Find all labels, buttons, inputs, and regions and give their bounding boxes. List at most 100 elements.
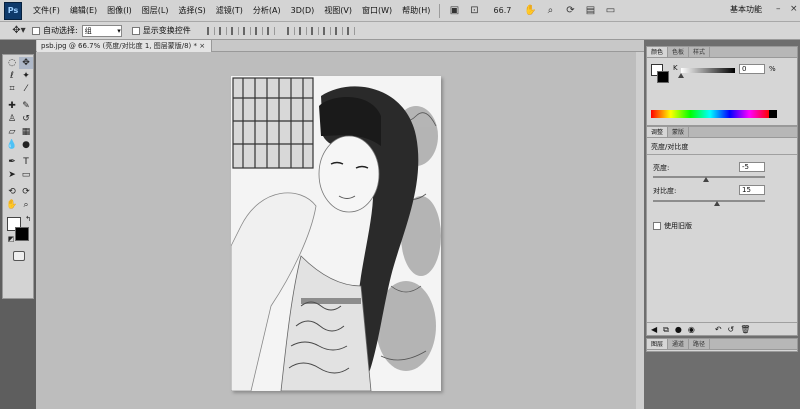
hand-tool-icon[interactable]: ✋ <box>522 4 538 18</box>
align-middle-icon[interactable] <box>218 26 227 35</box>
tab-channels[interactable]: 通道 <box>668 339 690 349</box>
background-color-swatch[interactable] <box>657 71 669 83</box>
dodge-tool-icon[interactable]: ● <box>19 139 33 151</box>
clone-stamp-icon[interactable]: ♙ <box>5 113 19 125</box>
view-extras-icon[interactable]: ⊡ <box>466 4 482 18</box>
distribute-top-icon[interactable] <box>286 26 295 35</box>
rotate-view-icon[interactable]: ⟳ <box>562 4 578 18</box>
menu-analysis[interactable]: 分析(A) <box>248 5 286 16</box>
color-panel-tabs: 颜色 色板 样式 <box>647 47 797 58</box>
view-previous-icon[interactable]: ↶ <box>715 325 722 334</box>
menu-image[interactable]: 图像(I) <box>102 5 137 16</box>
delete-icon[interactable]: 🗑 <box>740 325 750 334</box>
k-value-field[interactable]: 0 <box>739 64 765 74</box>
contrast-slider-thumb[interactable] <box>714 201 720 206</box>
3d-orbit-icon[interactable]: ⟳ <box>19 186 33 198</box>
default-colors-icon[interactable]: ◩ <box>4 233 18 245</box>
document-tab[interactable]: psb.jpg @ 66.7% (亮度/对比度 1, 图层蒙版/8) * × <box>37 40 213 52</box>
k-channel-slider[interactable] <box>681 68 735 73</box>
clip-to-layer-icon[interactable]: ● <box>675 325 682 334</box>
color-spectrum-bar[interactable] <box>651 110 769 118</box>
path-selection-icon[interactable]: ➤ <box>5 169 19 181</box>
brush-tool-icon[interactable]: ✎ <box>19 100 33 112</box>
close-icon[interactable]: × <box>199 42 205 50</box>
black-swatch[interactable] <box>769 110 777 118</box>
shape-tool-icon[interactable]: ▭ <box>19 169 33 181</box>
distribute-left-icon[interactable] <box>322 26 331 35</box>
healing-brush-icon[interactable]: ✚ <box>5 100 19 112</box>
arrange-documents-icon[interactable]: ▤ <box>582 4 598 18</box>
contrast-slider[interactable] <box>653 200 765 202</box>
brightness-field[interactable]: -5 <box>739 162 765 172</box>
distribute-right-icon[interactable] <box>346 26 355 35</box>
blur-tool-icon[interactable]: 💧 <box>5 139 19 151</box>
distribute-bottom-icon[interactable] <box>310 26 319 35</box>
k-slider-thumb[interactable] <box>678 73 684 78</box>
distribute-center-icon[interactable] <box>334 26 343 35</box>
contrast-field[interactable]: 15 <box>739 185 765 195</box>
return-icon[interactable]: ◀ <box>651 325 657 334</box>
tab-styles[interactable]: 样式 <box>689 47 711 57</box>
3d-rotate-icon[interactable]: ⟲ <box>5 186 19 198</box>
brightness-slider-thumb[interactable] <box>703 177 709 182</box>
align-top-icon[interactable] <box>206 26 215 35</box>
reset-icon[interactable]: ↺ <box>728 325 735 334</box>
zoom-level[interactable]: 66.7 <box>484 4 520 18</box>
toggle-visibility-icon[interactable]: ◉ <box>688 325 695 334</box>
move-tool-icon[interactable]: ✥ <box>19 57 33 69</box>
tab-paths[interactable]: 路径 <box>689 339 711 349</box>
history-brush-icon[interactable]: ↺ <box>19 113 33 125</box>
tab-color[interactable]: 颜色 <box>647 47 669 57</box>
align-center-icon[interactable] <box>254 26 263 35</box>
brightness-slider[interactable] <box>653 176 765 178</box>
marquee-tool-icon[interactable]: ◌ <box>5 57 19 69</box>
align-left-icon[interactable] <box>242 26 251 35</box>
distribute-middle-icon[interactable] <box>298 26 307 35</box>
eraser-tool-icon[interactable]: ▱ <box>5 126 19 138</box>
show-transform-checkbox[interactable] <box>131 26 140 35</box>
vertical-scrollbar[interactable] <box>636 52 644 409</box>
menu-edit[interactable]: 编辑(E) <box>65 5 102 16</box>
menu-file[interactable]: 文件(F) <box>28 5 65 16</box>
minimize-icon[interactable]: – <box>776 4 781 14</box>
tab-swatches[interactable]: 色板 <box>668 47 690 57</box>
align-right-icon[interactable] <box>266 26 275 35</box>
zoom-tool-icon[interactable]: ⌕ <box>542 4 558 18</box>
type-tool-icon[interactable]: T <box>19 156 33 168</box>
adjustment-title: 亮度/对比度 <box>651 143 689 151</box>
image-canvas[interactable] <box>231 76 441 391</box>
tab-adjustments[interactable]: 调整 <box>647 127 669 137</box>
menu-window[interactable]: 窗口(W) <box>357 5 397 16</box>
auto-select-dropdown[interactable]: 组 ▾ <box>81 24 122 37</box>
workspace-switcher[interactable]: 基本功能 <box>730 4 762 15</box>
hand-tool-icon[interactable]: ✋ <box>5 199 19 211</box>
eyedropper-icon[interactable]: ⁄ <box>19 83 33 95</box>
auto-select-checkbox[interactable] <box>32 26 40 35</box>
menu-layer[interactable]: 图层(L) <box>137 5 174 16</box>
menu-3d[interactable]: 3D(D) <box>286 6 320 15</box>
pen-tool-icon[interactable]: ✒ <box>5 156 19 168</box>
color-panel-body: K 0 % <box>647 58 797 126</box>
menu-help[interactable]: 帮助(H) <box>397 5 435 16</box>
lasso-tool-icon[interactable]: ℓ <box>5 70 19 82</box>
menu-view[interactable]: 视图(V) <box>319 5 357 16</box>
close-icon[interactable]: × <box>790 4 798 14</box>
crop-tool-icon[interactable]: ⌗ <box>5 83 19 95</box>
bridge-icon[interactable]: ▣ <box>446 4 462 18</box>
brightness-label: 亮度: <box>653 164 670 172</box>
screen-mode-icon[interactable]: ▭ <box>602 4 618 18</box>
magic-wand-icon[interactable]: ✦ <box>19 70 33 82</box>
gradient-tool-icon[interactable]: ▦ <box>19 126 33 138</box>
align-bottom-icon[interactable] <box>230 26 239 35</box>
tab-masks[interactable]: 蒙版 <box>668 127 690 137</box>
menu-filter[interactable]: 滤镜(T) <box>211 5 248 16</box>
quick-mask-icon[interactable] <box>13 251 25 261</box>
tab-layers[interactable]: 图层 <box>647 339 669 349</box>
move-tool-preset-icon[interactable]: ✥▾ <box>8 24 30 38</box>
document-tab-bar: psb.jpg @ 66.7% (亮度/对比度 1, 图层蒙版/8) * × <box>36 40 644 52</box>
zoom-tool-icon[interactable]: ⌕ <box>19 199 33 211</box>
swap-colors-icon[interactable]: ↰ <box>21 213 35 225</box>
menu-select[interactable]: 选择(S) <box>173 5 210 16</box>
use-legacy-checkbox[interactable] <box>653 222 661 230</box>
expand-view-icon[interactable]: ⧉ <box>663 325 669 335</box>
